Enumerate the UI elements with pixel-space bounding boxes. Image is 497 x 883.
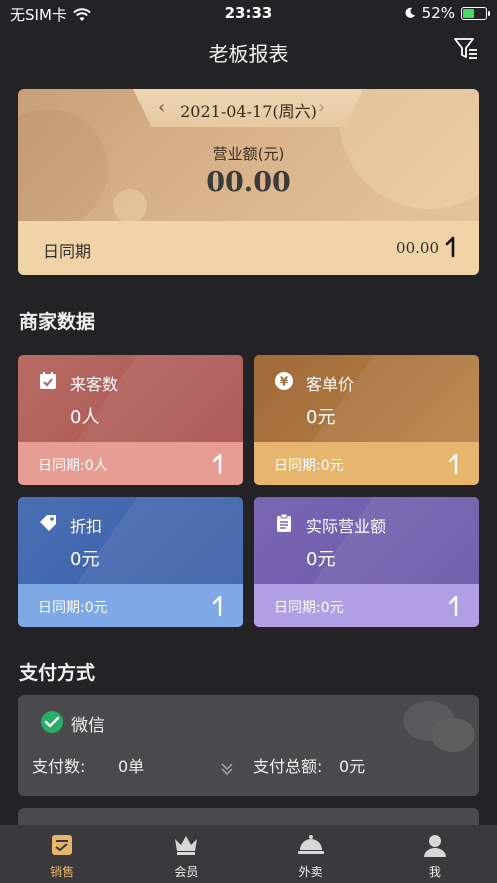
- tile-name: 实际营业额: [306, 517, 387, 536]
- svg-text:¥: ¥: [280, 375, 289, 389]
- compare-value: 00.00: [396, 239, 439, 257]
- clipboard-icon: [277, 513, 291, 532]
- tab-label: 外卖: [298, 865, 323, 879]
- tab-label: 销售: [50, 865, 75, 879]
- tile-discount[interactable]: 折扣 0元 日同期:0元: [18, 497, 243, 627]
- tile-compare: 日同期:0元: [274, 458, 344, 474]
- trend-up-icon: [212, 595, 222, 617]
- next-day-button[interactable]: ›: [318, 97, 325, 118]
- tile-name: 客单价: [306, 375, 355, 394]
- tile-visitors[interactable]: 来客数 0人 日同期:0人: [18, 355, 243, 485]
- tile-actual-revenue[interactable]: 实际营业额 0元 日同期:0元: [254, 497, 479, 627]
- date-label[interactable]: 2021-04-17(周六): [18, 98, 479, 122]
- tile-name: 折扣: [70, 517, 103, 536]
- tab-me[interactable]: 我: [373, 825, 497, 883]
- moon-icon: [405, 7, 415, 18]
- battery-icon: [461, 6, 490, 20]
- payment-card-wechat[interactable]: 微信 支付数: 0单 支付总额: 0元: [18, 695, 479, 796]
- trend-up-icon: [445, 236, 455, 258]
- payment-method-name: 微信: [71, 716, 105, 736]
- tile-compare: 日同期:0元: [274, 600, 344, 616]
- tab-label: 会员: [174, 865, 199, 879]
- trend-up-icon: [212, 453, 222, 475]
- revenue-card: ‹ 2021-04-17(周六) › 营业额(元) 00.00 日同期 00.0…: [18, 89, 479, 275]
- tile-value: 0元: [306, 407, 336, 428]
- nav-bar: 老板报表: [0, 26, 497, 76]
- payment-count-value: 0单: [118, 757, 145, 776]
- payment-count-label: 支付数:: [32, 757, 86, 776]
- revenue-label: 营业额(元): [212, 145, 285, 163]
- filter-icon[interactable]: [453, 36, 479, 62]
- tile-value: 0元: [70, 549, 100, 570]
- compare-label: 日同期: [43, 242, 92, 261]
- expand-chevron-icon[interactable]: [219, 761, 235, 777]
- tile-compare: 日同期:0元: [38, 600, 108, 616]
- user-icon: [423, 835, 446, 857]
- revenue-value: 00.00: [206, 167, 291, 198]
- tab-label: 我: [428, 865, 441, 879]
- status-bar: 无SIM卡 23:33 52%: [0, 0, 497, 26]
- wechat-icon: [41, 711, 63, 733]
- revenue-compare-row: 日同期 00.00: [18, 221, 479, 275]
- wechat-watermark-icon: [403, 701, 475, 752]
- yen-icon: ¥: [275, 372, 293, 390]
- food-cloche-icon: [297, 835, 324, 854]
- tile-average-order[interactable]: ¥ 客单价 0元 日同期:0元: [254, 355, 479, 485]
- tab-bar: 销售 会员 外卖 我: [0, 825, 497, 883]
- page-title: 老板报表: [208, 42, 289, 66]
- tile-name: 来客数: [70, 375, 119, 394]
- tile-value: 0元: [306, 549, 336, 570]
- payment-amount-label: 支付总额:: [253, 757, 323, 776]
- tile-compare: 日同期:0人: [38, 458, 108, 474]
- sales-report-icon: [52, 835, 73, 855]
- tile-value: 0人: [70, 407, 100, 428]
- tab-members[interactable]: 会员: [124, 825, 248, 883]
- tab-takeout[interactable]: 外卖: [249, 825, 373, 883]
- battery-percent: 52%: [421, 4, 455, 22]
- payment-section-title: 支付方式: [19, 662, 96, 684]
- trend-up-icon: [448, 595, 458, 617]
- trend-up-icon: [448, 453, 458, 475]
- payment-amount-value: 0元: [339, 757, 366, 776]
- tag-icon: [40, 515, 56, 531]
- crown-icon: [175, 836, 198, 855]
- merchant-section-title: 商家数据: [19, 311, 96, 333]
- calendar-check-icon: [40, 372, 56, 389]
- tab-sales[interactable]: 销售: [0, 825, 124, 883]
